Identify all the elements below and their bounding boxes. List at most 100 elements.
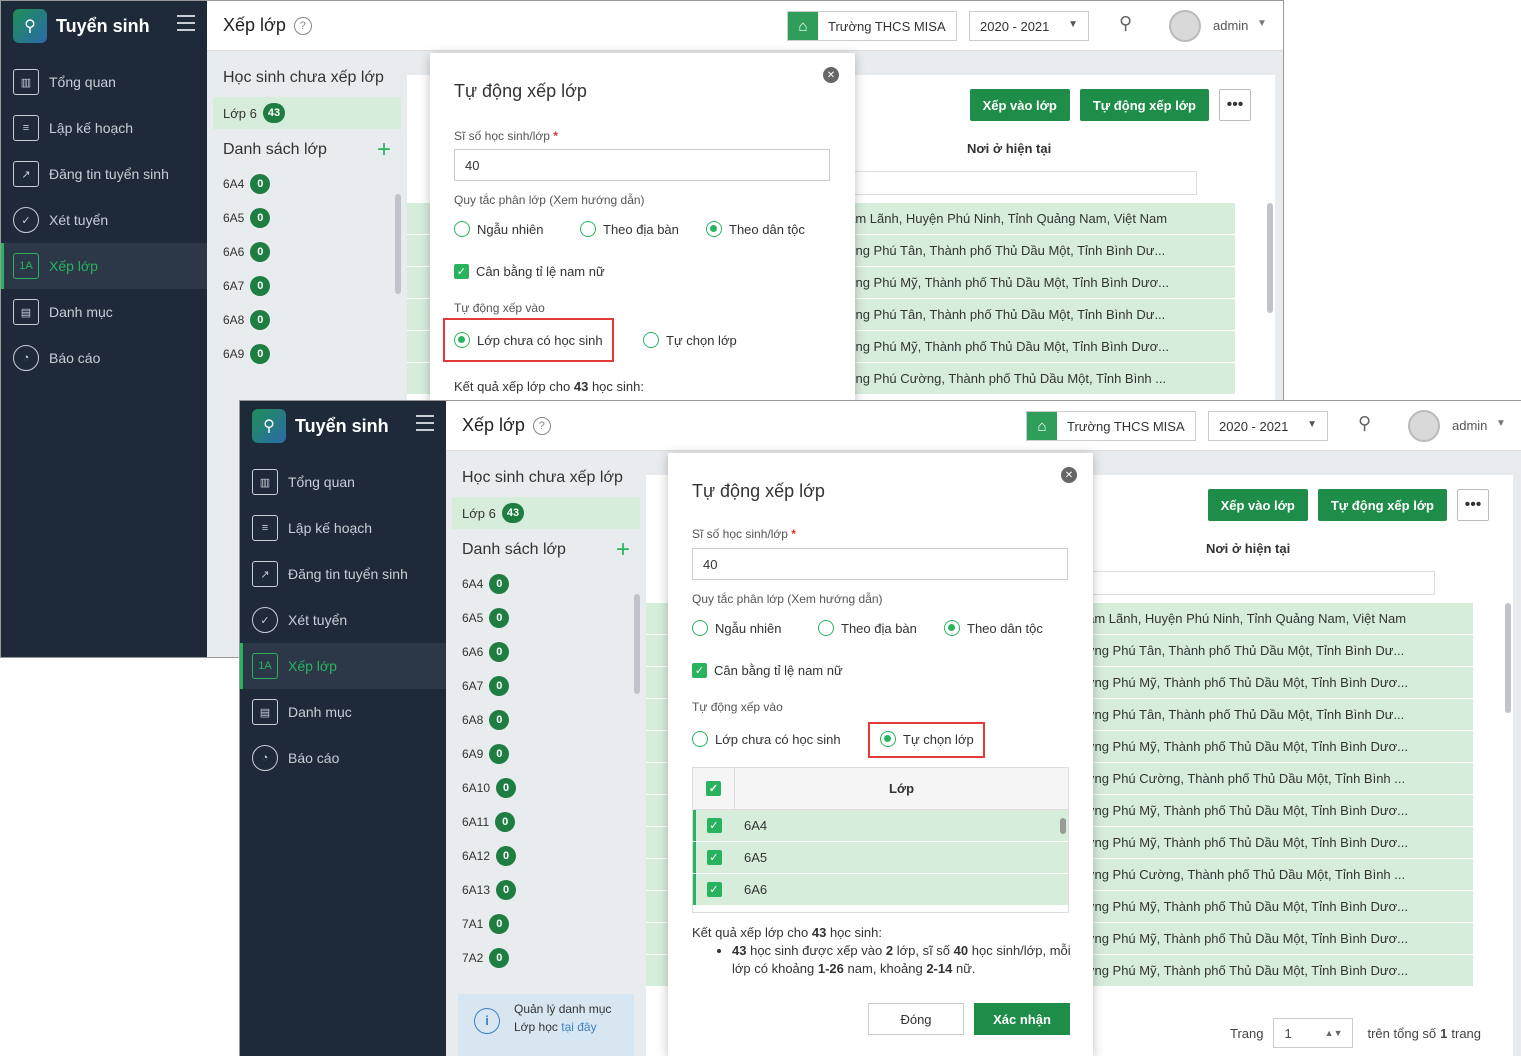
assign-class-button[interactable]: Xếp vào lớp	[969, 89, 1070, 121]
rule-random-radio[interactable]: Ngẫu nhiên	[692, 620, 782, 636]
sidebar-item-review[interactable]: ✓ Xét tuyển	[240, 597, 446, 643]
app-logo[interactable]: ⚲ Tuyển sinh	[240, 401, 446, 451]
info-icon: i	[474, 1008, 500, 1034]
class-item[interactable]: 6A4 0	[452, 567, 640, 601]
class-item[interactable]: 6A8 0	[452, 703, 640, 737]
sidebar-item-class-assign[interactable]: 1A Xếp lớp	[1, 243, 207, 289]
help-icon[interactable]: ?	[532, 416, 551, 435]
empty-class-radio[interactable]: Lớp chưa có học sinh	[692, 731, 841, 747]
assign-class-button[interactable]: Xếp vào lớp	[1207, 489, 1308, 521]
sidebar-item-post[interactable]: ↗ Đăng tin tuyển sinh	[1, 151, 207, 197]
class-icon: 1A	[13, 253, 39, 279]
search-chart-icon[interactable]: ⚲	[1119, 13, 1132, 34]
grade-item[interactable]: Lớp 6 43	[452, 497, 640, 529]
school-selector[interactable]: ⌂ Trường THCS MISA	[787, 11, 957, 41]
menu-toggle-icon[interactable]	[416, 415, 434, 431]
rule-area-radio[interactable]: Theo địa bàn	[818, 620, 917, 636]
class-row[interactable]: ✓ 6A4	[693, 810, 1068, 842]
sidebar-item-catalog[interactable]: ▤ Danh mục	[240, 689, 446, 735]
auto-assign-button[interactable]: Tự động xếp lớp	[1317, 489, 1447, 521]
class-item[interactable]: 6A11 0	[452, 805, 640, 839]
class-item[interactable]: 6A9 0	[452, 737, 640, 771]
table-scrollbar[interactable]	[1505, 603, 1511, 713]
app-logo[interactable]: ⚲ Tuyển sinh	[1, 1, 207, 51]
class-item[interactable]: 6A6 0	[213, 235, 401, 269]
class-item[interactable]: 6A6 0	[452, 635, 640, 669]
menu-toggle-icon[interactable]	[177, 15, 195, 31]
user-name[interactable]: admin	[1452, 418, 1487, 433]
sidebar-item-post[interactable]: ↗ Đăng tin tuyển sinh	[240, 551, 446, 597]
scrollbar[interactable]	[395, 194, 401, 294]
class-item[interactable]: 7A1 0	[452, 907, 640, 941]
rule-area-radio[interactable]: Theo địa bàn	[580, 221, 679, 237]
class-item[interactable]: 6A5 0	[452, 601, 640, 635]
class-item[interactable]: 6A10 0	[452, 771, 640, 805]
sidebar-item-plan[interactable]: ≡ Lập kế hoạch	[240, 505, 446, 551]
sidebar-item-catalog[interactable]: ▤ Danh mục	[1, 289, 207, 335]
address-filter-input[interactable]	[827, 171, 1197, 195]
sidebar-item-review[interactable]: ✓ Xét tuyển	[1, 197, 207, 243]
select-all-checkbox[interactable]: ✓	[693, 768, 735, 810]
grade-item[interactable]: Lớp 6 43	[213, 97, 401, 129]
class-row[interactable]: ✓ 6A5	[693, 842, 1068, 874]
year-select[interactable]: 2020 - 2021 ▼	[969, 11, 1089, 41]
more-options-button[interactable]: •••	[1219, 89, 1251, 121]
class-item[interactable]: 6A8 0	[213, 303, 401, 337]
scrollbar[interactable]	[634, 594, 640, 694]
search-chart-icon[interactable]: ⚲	[1358, 413, 1371, 434]
sidebar-item-class-assign[interactable]: 1A Xếp lớp	[240, 643, 446, 689]
page-number-input[interactable]: 1 ▲▼	[1273, 1018, 1354, 1048]
class-size-input[interactable]: 40	[454, 149, 830, 181]
class-item[interactable]: 6A9 0	[213, 337, 401, 371]
empty-class-radio[interactable]: Lớp chưa có học sinh	[454, 332, 603, 348]
sidebar-item-report[interactable]: ◔ Báo cáo	[240, 735, 446, 781]
add-class-icon[interactable]: +	[377, 138, 391, 162]
rule-random-radio[interactable]: Ngẫu nhiên	[454, 221, 544, 237]
class-item[interactable]: 7A2 0	[452, 941, 640, 975]
class-size-input[interactable]: 40	[692, 548, 1068, 580]
class-item[interactable]: 6A5 0	[213, 201, 401, 235]
custom-class-radio[interactable]: Tự chọn lớp	[643, 332, 737, 348]
row-checkbox[interactable]: ✓	[693, 818, 735, 833]
class-item[interactable]: 6A4 0	[213, 167, 401, 201]
user-chevron-icon[interactable]: ▼	[1496, 418, 1506, 429]
confirm-button[interactable]: Xác nhận	[974, 1003, 1070, 1035]
class-item[interactable]: 6A7 0	[213, 269, 401, 303]
more-options-button[interactable]: •••	[1457, 489, 1489, 521]
row-checkbox[interactable]: ✓	[693, 882, 735, 897]
row-checkbox[interactable]: ✓	[693, 850, 735, 865]
class-size-label: Sĩ số học sinh/lớp *	[454, 129, 558, 143]
school-selector[interactable]: ⌂ Trường THCS MISA	[1026, 411, 1196, 441]
catalog-link[interactable]: tại đây	[561, 1020, 596, 1034]
check-icon: ✓	[454, 264, 469, 279]
custom-class-radio[interactable]: Tự chọn lớp	[880, 731, 974, 747]
close-button[interactable]: Đóng	[868, 1003, 964, 1035]
stepper-icon[interactable]: ▲▼	[1325, 1028, 1343, 1038]
close-icon[interactable]: ✕	[823, 67, 839, 83]
help-icon[interactable]: ?	[293, 16, 312, 35]
table-scrollbar[interactable]	[1267, 203, 1273, 313]
edit-icon: ↗	[252, 561, 278, 587]
avatar[interactable]	[1169, 10, 1201, 42]
user-name[interactable]: admin	[1213, 18, 1248, 33]
class-row[interactable]: ✓ 6A6	[693, 874, 1068, 906]
class-item[interactable]: 6A7 0	[452, 669, 640, 703]
sidebar-item-overview[interactable]: ▥ Tổng quan	[1, 59, 207, 105]
address-filter-input[interactable]	[1066, 571, 1435, 595]
user-chevron-icon[interactable]: ▼	[1257, 18, 1267, 29]
year-select[interactable]: 2020 - 2021 ▼	[1208, 411, 1328, 441]
close-icon[interactable]: ✕	[1061, 467, 1077, 483]
avatar[interactable]	[1408, 410, 1440, 442]
class-table-scrollbar[interactable]	[1060, 818, 1066, 834]
sidebar-item-report[interactable]: ◔ Báo cáo	[1, 335, 207, 381]
auto-assign-button[interactable]: Tự động xếp lớp	[1079, 89, 1209, 121]
class-item[interactable]: 6A13 0	[452, 873, 640, 907]
balance-gender-checkbox[interactable]: ✓ Cân bằng tỉ lệ nam nữ	[692, 663, 843, 678]
add-class-icon[interactable]: +	[616, 538, 630, 562]
balance-gender-checkbox[interactable]: ✓ Cân bằng tỉ lệ nam nữ	[454, 264, 605, 279]
rule-ethnic-radio[interactable]: Theo dân tộc	[944, 620, 1043, 636]
rule-ethnic-radio[interactable]: Theo dân tộc	[706, 221, 805, 237]
sidebar-item-plan[interactable]: ≡ Lập kế hoạch	[1, 105, 207, 151]
sidebar-item-overview[interactable]: ▥ Tổng quan	[240, 459, 446, 505]
class-item[interactable]: 6A12 0	[452, 839, 640, 873]
